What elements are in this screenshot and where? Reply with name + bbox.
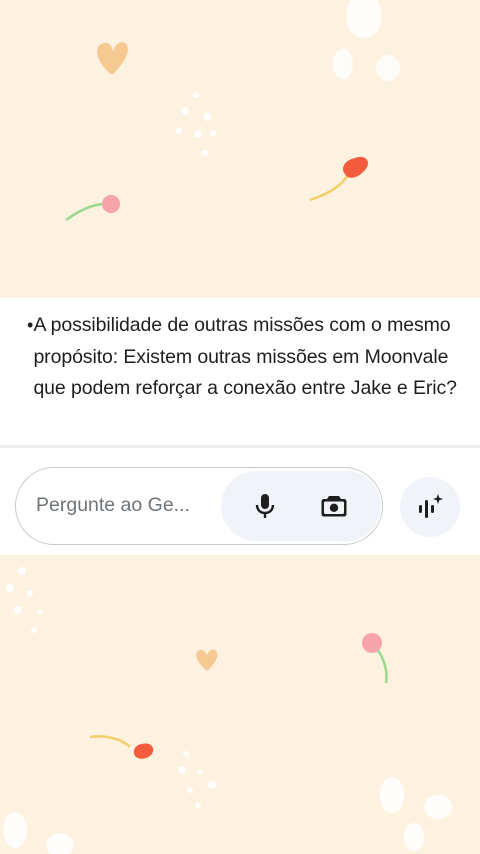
- dot-decoration: [202, 150, 208, 156]
- wallpaper-decoration: [65, 0, 400, 222]
- microphone-button[interactable]: [245, 486, 285, 526]
- petal-decoration: [46, 833, 74, 854]
- camera-icon: [321, 496, 347, 517]
- petal-decoration: [333, 49, 353, 79]
- list-item: • A possibilidade de outras missões com …: [27, 310, 462, 405]
- petal-decoration: [376, 55, 400, 81]
- dot-decoration: [187, 787, 193, 793]
- dot-decoration: [27, 590, 33, 596]
- stem-decoration: [309, 174, 350, 202]
- chat-message-panel: • A possibilidade de outras missões com …: [0, 298, 480, 445]
- gemini-live-icon: [419, 494, 443, 518]
- heart-decoration: [97, 42, 128, 75]
- flower-decoration: [133, 743, 154, 759]
- prompt-bar: Pergunte ao Ge...: [0, 448, 480, 555]
- dot-decoration: [178, 766, 186, 774]
- dot-decoration: [203, 113, 211, 121]
- prompt-placeholder: Pergunte ao Ge...: [36, 494, 190, 516]
- stem-decoration: [89, 735, 131, 748]
- message-text: A possibilidade de outras missões com o …: [33, 314, 457, 399]
- dot-decoration: [176, 128, 182, 134]
- dot-decoration: [37, 609, 43, 615]
- dot-decoration: [194, 130, 202, 138]
- flower-decoration: [362, 633, 382, 653]
- petal-decoration: [424, 795, 452, 819]
- petal-decoration: [3, 812, 27, 848]
- flower-decoration: [343, 156, 369, 178]
- dot-decoration: [193, 92, 199, 98]
- dot-decoration: [210, 130, 216, 136]
- input-tools: [221, 471, 381, 541]
- dot-decoration: [183, 751, 189, 757]
- flower-decoration: [102, 195, 120, 213]
- dot-decoration: [181, 107, 189, 115]
- dot-decoration: [31, 627, 37, 633]
- stem-decoration: [65, 202, 103, 222]
- microphone-icon: [255, 494, 275, 518]
- petal-decoration: [346, 0, 382, 38]
- dot-decoration: [208, 781, 216, 789]
- wallpaper-bottom: [0, 555, 480, 854]
- dot-decoration: [6, 584, 14, 592]
- stem-decoration: [376, 649, 388, 684]
- live-button[interactable]: [400, 477, 460, 537]
- prompt-input[interactable]: Pergunte ao Ge...: [15, 467, 383, 545]
- camera-button[interactable]: [314, 486, 354, 526]
- dot-decoration: [197, 769, 203, 775]
- dot-decoration: [195, 802, 201, 808]
- petal-decoration: [404, 823, 424, 851]
- wallpaper-top: [0, 0, 480, 298]
- dot-decoration: [14, 606, 22, 614]
- petal-decoration: [380, 777, 404, 813]
- dot-decoration: [18, 567, 26, 575]
- heart-decoration: [196, 649, 218, 671]
- wallpaper-decoration: [3, 567, 452, 854]
